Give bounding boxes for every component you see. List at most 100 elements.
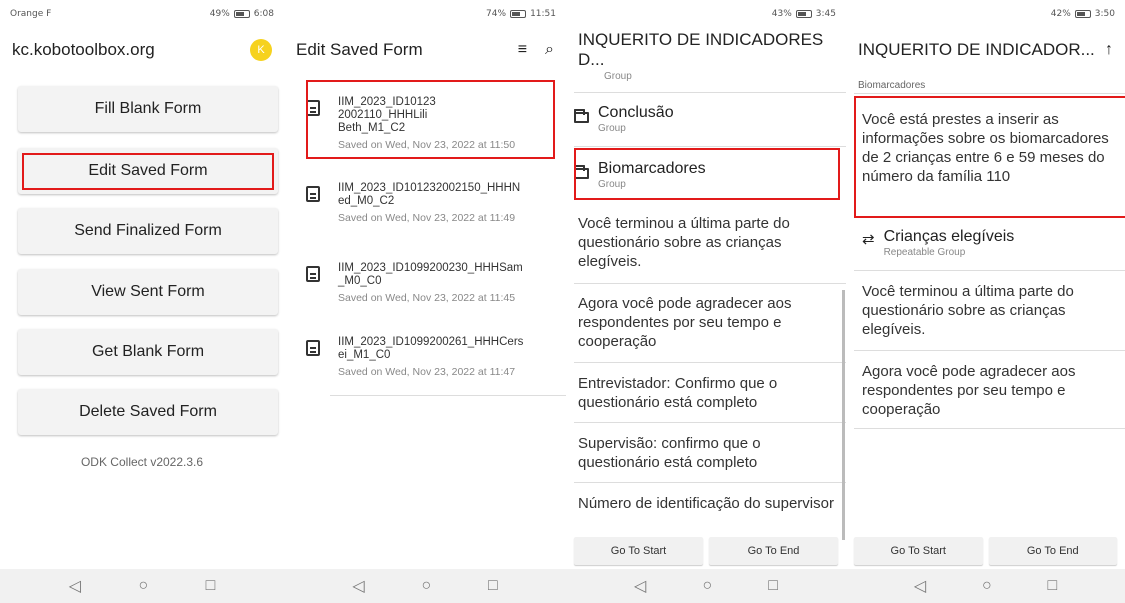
form-title: INQUERITO DE INDICADORES D...	[578, 30, 824, 69]
phone-main-menu: Orange F 49% 6:08 kc.kobotoolbox.org K Fi…	[0, 0, 284, 603]
navigation-buttons: Go To Start Go To End	[854, 537, 1117, 565]
question-text[interactable]: Você terminou a última parte do question…	[862, 282, 1117, 339]
group-subtitle: Group	[598, 123, 626, 134]
search-icon[interactable]: ⌕	[545, 41, 554, 59]
view-sent-form-button[interactable]: View Sent Form	[18, 269, 278, 315]
divider	[854, 270, 1125, 271]
home-icon[interactable]: ○	[421, 577, 431, 595]
phone-form-hierarchy: 43% 3:45 INQUERITO DE INDICADORES D... Gr…	[566, 0, 846, 603]
list-item[interactable]: IIM_2023_ID1099200230_HHHSam _M0_C0 Save…	[284, 262, 566, 304]
form-name: IIM_2023_ID1099200261_HHHCers ei_M1_C0	[338, 336, 524, 361]
divider	[574, 146, 846, 147]
question-text[interactable]: Agora você pode agradecer aos respondent…	[578, 294, 838, 351]
breadcrumb: Biomarcadores	[858, 80, 926, 91]
scrollbar[interactable]	[842, 290, 845, 540]
battery-percent: 49%	[209, 9, 230, 19]
app-bar: INQUERITO DE INDICADOR... ↑	[846, 30, 1125, 70]
home-icon[interactable]: ○	[138, 577, 148, 595]
app-bar: Edit Saved Form ≡ ⌕	[284, 30, 566, 70]
list-item[interactable]: IIM_2023_ID101232002150_HHHN ed_M0_C2 Sa…	[284, 182, 566, 224]
form-name: IIM_2023_ID101232002150_HHHN ed_M0_C2	[338, 182, 521, 207]
form-title: INQUERITO DE INDICADOR...	[858, 40, 1095, 59]
folder-icon	[574, 109, 589, 123]
carrier-label: Orange F	[10, 9, 52, 19]
server-title: kc.kobotoolbox.org	[12, 40, 155, 59]
divider	[574, 362, 846, 363]
question-text[interactable]: Supervisão: confirmo que o questionário …	[578, 434, 838, 472]
delete-saved-form-button[interactable]: Delete Saved Form	[18, 389, 278, 435]
recents-icon[interactable]: □	[206, 577, 216, 595]
recents-icon[interactable]: □	[1047, 577, 1057, 595]
phone-edit-saved-form: 74% 11:51 Edit Saved Form ≡ ⌕ IIM_2023_ID…	[284, 0, 566, 603]
divider	[574, 283, 846, 284]
nav-bar: ◁ ○ □	[846, 569, 1125, 603]
page-title: Edit Saved Form	[296, 40, 423, 59]
recents-icon[interactable]: □	[488, 577, 498, 595]
highlight-box	[574, 148, 840, 200]
question-text[interactable]: Entrevistador: Confirmo que o questionár…	[578, 374, 838, 412]
battery-icon	[1074, 10, 1091, 18]
clock: 11:51	[530, 9, 556, 19]
divider	[854, 350, 1125, 351]
sort-icon[interactable]: ≡	[518, 41, 527, 59]
home-icon[interactable]: ○	[982, 577, 992, 595]
question-text[interactable]: Agora você pode agradecer aos respondent…	[862, 362, 1117, 419]
group-conclusao[interactable]: Conclusão Group	[574, 104, 846, 134]
group-title: Crianças elegíveis	[883, 228, 1015, 245]
group-subtitle: Repeatable Group	[883, 247, 966, 258]
clock: 6:08	[253, 9, 274, 19]
clock: 3:45	[815, 9, 836, 19]
list-item[interactable]: IIM_2023_ID1099200261_HHHCers ei_M1_C0 S…	[284, 336, 566, 378]
battery-icon	[795, 10, 812, 18]
send-finalized-form-button[interactable]: Send Finalized Form	[18, 208, 278, 254]
go-to-start-button[interactable]: Go To Start	[854, 537, 983, 565]
document-icon	[306, 266, 320, 282]
go-to-end-button[interactable]: Go To End	[988, 537, 1117, 565]
document-icon	[306, 186, 320, 202]
go-to-end-button[interactable]: Go To End	[709, 537, 838, 565]
navigation-buttons: Go To Start Go To End	[574, 537, 838, 565]
form-name: IIM_2023_ID1099200230_HHHSam _M0_C0	[338, 262, 523, 287]
divider	[574, 92, 846, 93]
phone-biomarcadores-group: 42% 3:50 INQUERITO DE INDICADOR... ↑ Biom…	[846, 0, 1125, 603]
saved-date: Saved on Wed, Nov 23, 2022 at 11:45	[338, 292, 516, 304]
app-bar: INQUERITO DE INDICADORES D...	[566, 30, 846, 70]
back-icon[interactable]: ◁	[352, 576, 364, 596]
question-text[interactable]: Você terminou a última parte do question…	[578, 214, 838, 271]
question-text[interactable]: Número de identificação do supervisor	[578, 494, 838, 513]
go-to-start-button[interactable]: Go To Start	[574, 537, 703, 565]
get-blank-form-button[interactable]: Get Blank Form	[18, 329, 278, 375]
recents-icon[interactable]: □	[768, 577, 778, 595]
battery-icon	[233, 10, 250, 18]
battery-percent: 74%	[486, 9, 507, 19]
status-bar: 42% 3:50	[846, 0, 1125, 28]
nav-bar: ◁ ○ □	[284, 569, 566, 603]
home-icon[interactable]: ○	[702, 577, 712, 595]
battery-icon	[510, 10, 527, 18]
battery-percent: 42%	[1050, 9, 1071, 19]
highlight-box	[854, 96, 1125, 218]
avatar[interactable]: K	[250, 39, 272, 61]
divider	[854, 428, 1125, 429]
highlight-box	[306, 80, 555, 159]
fill-blank-form-button[interactable]: Fill Blank Form	[18, 86, 278, 132]
nav-bar: ◁ ○ □	[566, 569, 846, 603]
group-title: Conclusão	[598, 104, 674, 121]
divider	[574, 482, 846, 483]
back-icon[interactable]: ◁	[634, 576, 646, 596]
clock: 3:50	[1094, 9, 1115, 19]
status-bar: Orange F 49% 6:08	[0, 0, 284, 28]
status-bar: 43% 3:45	[566, 0, 846, 28]
up-arrow-icon[interactable]: ↑	[1105, 41, 1113, 59]
divider	[854, 93, 1125, 94]
battery-percent: 43%	[771, 9, 792, 19]
app-version: ODK Collect v2022.3.6	[80, 455, 204, 469]
saved-date: Saved on Wed, Nov 23, 2022 at 11:49	[338, 212, 516, 224]
divider	[330, 395, 566, 396]
repeat-group[interactable]: ⇄ Crianças elegíveis Repeatable Group	[862, 228, 1125, 258]
group-subtitle: Group	[604, 71, 632, 82]
document-icon	[306, 340, 320, 356]
back-icon[interactable]: ◁	[69, 576, 81, 596]
divider	[574, 422, 846, 423]
back-icon[interactable]: ◁	[914, 576, 926, 596]
